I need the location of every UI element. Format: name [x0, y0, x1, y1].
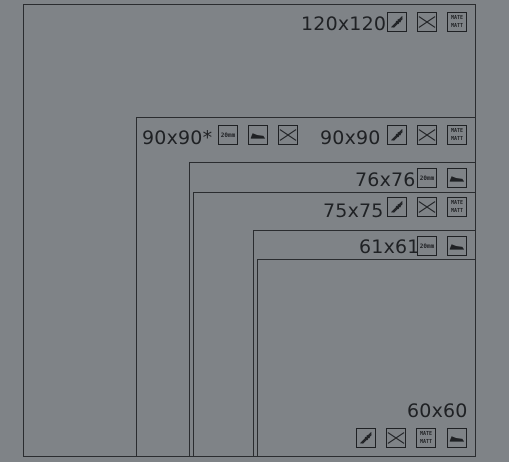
floor-shoe-icon [447, 236, 467, 256]
matte-finish-icon: MATE MATT [416, 428, 436, 448]
anti-slip-icon [387, 125, 407, 145]
size-label-60x60: 60x60 [407, 400, 468, 422]
matte-finish-icon: MATE MATT [447, 197, 467, 217]
wall-tile-icon [386, 428, 406, 448]
size-label-75x75: 75x75 [323, 200, 384, 222]
thickness-20mm-icon: 20mm [218, 125, 238, 145]
anti-slip-icon [387, 197, 407, 217]
floor-shoe-icon [447, 428, 467, 448]
size-label-120x120: 120x120 [301, 13, 387, 35]
floor-shoe-icon [248, 125, 268, 145]
thickness-20mm-icon: 20mm [417, 168, 437, 188]
matte-finish-icon: MATE MATT [447, 125, 467, 145]
size-label-61x61: 61x61 [359, 236, 420, 258]
wall-tile-icon [417, 125, 437, 145]
anti-slip-icon [356, 428, 376, 448]
size-label-90x90-star: 90x90* [142, 127, 213, 149]
thickness-20mm-icon: 20mm [417, 236, 437, 256]
anti-slip-icon [387, 12, 407, 32]
wall-tile-icon [417, 12, 437, 32]
size-label-76x76: 76x76 [355, 169, 416, 191]
matte-finish-icon: MATE MATT [447, 12, 467, 32]
wall-tile-icon [278, 125, 298, 145]
size-label-90x90: 90x90 [320, 127, 381, 149]
wall-tile-icon [417, 197, 437, 217]
floor-shoe-icon [447, 168, 467, 188]
